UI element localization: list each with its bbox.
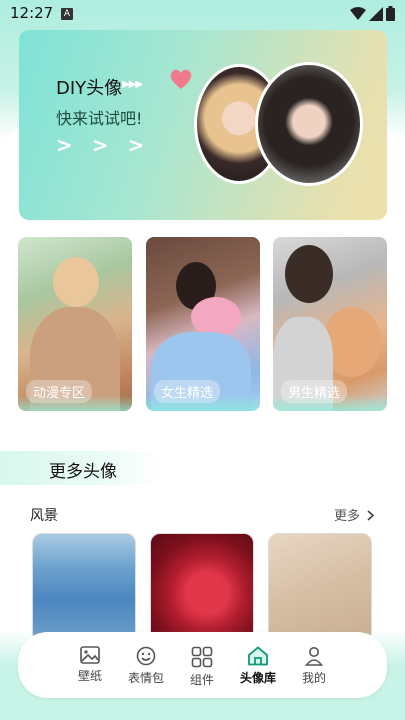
nav-item-avatar-library[interactable]: 头像库 — [233, 646, 283, 686]
emoji-icon — [136, 646, 156, 666]
person-icon — [304, 647, 324, 666]
notification-icon: A — [61, 8, 73, 20]
more-avatars-title: 更多头像 — [49, 462, 117, 482]
chevron-right-icon — [367, 510, 375, 521]
more-label: 更多 — [334, 509, 361, 524]
home-icon — [248, 646, 268, 666]
nav-item-stickers[interactable]: 表情包 — [121, 646, 171, 686]
status-bar: 12:27 A — [0, 0, 405, 28]
nav-item-mine[interactable]: 我的 — [289, 646, 339, 686]
nav-label-wallpaper: 壁纸 — [77, 669, 102, 683]
nav-label-avatar-library: 头像库 — [239, 671, 276, 685]
boy-figure — [285, 245, 333, 303]
image-icon — [80, 646, 100, 664]
scenery-section-label: 风景 — [30, 508, 58, 524]
category-label-girls: 女生精选 — [154, 380, 221, 403]
nav-item-widgets[interactable]: 组件 — [177, 646, 227, 688]
heart-icon — [170, 69, 192, 89]
status-icons — [350, 6, 395, 21]
scenery-thumb-shadow[interactable] — [268, 533, 372, 643]
status-time: 12:27 — [10, 4, 54, 22]
scenery-thumb-sea[interactable] — [32, 533, 136, 643]
nav-label-mine: 我的 — [301, 671, 326, 685]
battery-icon — [386, 6, 395, 21]
nav-label-widgets: 组件 — [189, 673, 214, 687]
flower-bouquet — [191, 297, 241, 337]
scenery-thumb-rose[interactable] — [150, 533, 254, 643]
banner-chevrons: > > > — [56, 133, 151, 157]
category-label-anime: 动漫专区 — [26, 380, 93, 403]
category-anime[interactable]: 动漫专区 — [18, 237, 132, 411]
banner-arrows: ▶▶▶ — [122, 79, 143, 90]
scenery-more-link[interactable]: 更多 — [334, 505, 375, 524]
category-label-boys: 男生精选 — [281, 380, 348, 403]
category-girls[interactable]: 女生精选 — [146, 237, 260, 411]
diy-avatar-banner[interactable]: DIY头像 ▶▶▶ 快来试试吧! > > > — [19, 30, 387, 220]
banner-title: DIY头像 — [56, 78, 123, 99]
banner-avatar-girl-2 — [255, 62, 363, 186]
category-boys[interactable]: 男生精选 — [273, 237, 387, 411]
signal-icon — [369, 6, 383, 21]
nav-label-stickers: 表情包 — [127, 671, 164, 685]
anime-figure — [53, 257, 99, 307]
bottom-nav: 壁纸 表情包 组件 头像库 我的 — [18, 632, 387, 698]
nav-item-wallpaper[interactable]: 壁纸 — [65, 646, 115, 684]
wifi-icon — [350, 6, 366, 20]
widget-icon — [191, 646, 213, 668]
banner-subtitle: 快来试试吧! — [56, 109, 143, 128]
